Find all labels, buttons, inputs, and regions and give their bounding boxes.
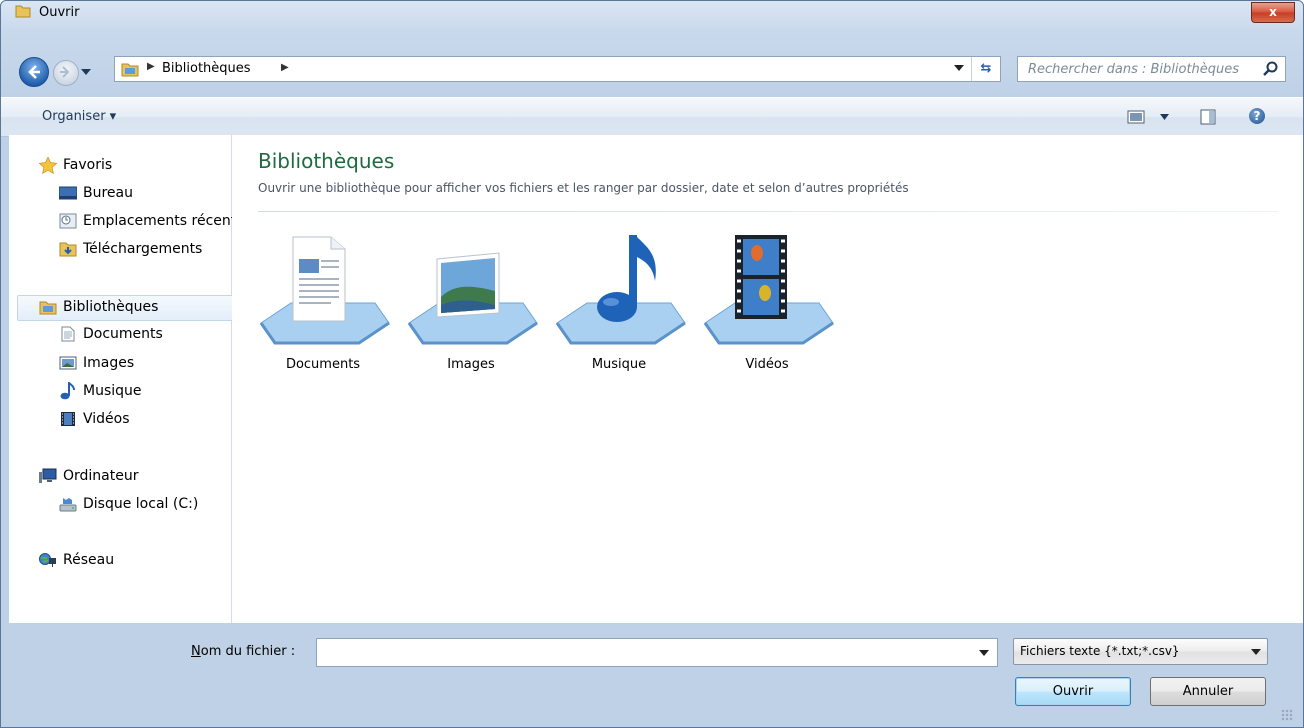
nav-network[interactable]: Réseau	[39, 549, 114, 571]
videos-library-icon	[703, 235, 834, 345]
nav-item-label: Téléchargements	[83, 241, 203, 257]
filename-label-accel: N	[191, 644, 201, 659]
command-bar: Organiser ▾ ?	[1, 97, 1303, 137]
nav-favorites[interactable]: Favoris	[39, 154, 112, 176]
page-title: Bibliothèques	[258, 149, 395, 173]
library-label: Documents	[285, 357, 361, 372]
nav-libraries[interactable]: Bibliothèques	[39, 296, 158, 318]
nav-item-downloads[interactable]: Téléchargements	[59, 238, 202, 260]
preview-pane-icon[interactable]	[1200, 109, 1216, 125]
nav-item-desktop[interactable]: Bureau	[59, 182, 133, 204]
network-icon	[39, 552, 57, 568]
nav-item-label: Emplacements récents	[83, 213, 244, 229]
document-icon	[59, 326, 77, 342]
nav-libraries-label: Bibliothèques	[63, 299, 159, 315]
nav-item-label: Documents	[83, 326, 163, 342]
breadcrumb-libraries[interactable]: Bibliothèques	[162, 61, 251, 76]
nav-item-music[interactable]: Musique	[59, 380, 142, 402]
help-icon[interactable]: ?	[1249, 108, 1265, 124]
chevron-down-icon[interactable]	[979, 650, 989, 656]
nav-computer[interactable]: Ordinateur	[39, 465, 139, 487]
search-icon[interactable]	[1263, 61, 1279, 77]
filename-label: Nom du fichier :	[191, 644, 295, 659]
libraries-icon	[39, 299, 57, 315]
library-images[interactable]: Images	[403, 231, 539, 381]
open-button[interactable]: Ouvrir	[1015, 677, 1131, 706]
change-view-icon[interactable]	[1127, 110, 1145, 124]
back-button[interactable]	[19, 57, 49, 87]
nav-item-documents[interactable]: Documents	[59, 323, 163, 345]
computer-icon	[39, 468, 57, 484]
cancel-button[interactable]: Annuler	[1150, 677, 1266, 706]
library-music[interactable]: Musique	[551, 231, 687, 381]
window-title: Ouvrir	[39, 5, 80, 20]
navigation-row: ▶ Bibliothèques ▶ ⇆ Rechercher dans : Bi…	[1, 53, 1303, 93]
recent-pages-dropdown-icon[interactable]	[81, 69, 91, 75]
library-label: Musique	[591, 357, 647, 372]
library-videos[interactable]: Vidéos	[699, 231, 835, 381]
recent-places-icon	[59, 213, 77, 229]
chevron-down-icon	[1251, 649, 1261, 655]
library-label: Images	[447, 357, 495, 372]
address-bar[interactable]: ▶ Bibliothèques ▶ ⇆	[114, 56, 1001, 82]
address-history-dropdown-icon[interactable]	[954, 65, 964, 71]
documents-library-icon	[259, 236, 390, 345]
music-library-icon	[555, 235, 686, 345]
forward-button[interactable]	[53, 60, 79, 86]
view-options-dropdown-icon[interactable]	[1160, 114, 1169, 120]
nav-item-images[interactable]: Images	[59, 352, 134, 374]
nav-network-label: Réseau	[63, 552, 115, 568]
nav-item-label: Vidéos	[83, 411, 130, 427]
nav-favorites-label: Favoris	[63, 157, 113, 173]
nav-computer-label: Ordinateur	[63, 468, 139, 484]
title-bar[interactable]: Ouvrir x	[1, 1, 1303, 41]
refresh-button[interactable]: ⇆	[971, 57, 1000, 81]
divider	[258, 211, 1278, 212]
close-button[interactable]: x	[1251, 2, 1295, 23]
nav-item-label: Disque local (C:)	[83, 496, 199, 512]
nav-item-label: Musique	[83, 383, 142, 399]
arrow-left-icon	[28, 65, 40, 79]
nav-item-label: Bureau	[83, 185, 133, 201]
nav-item-local-disk[interactable]: Disque local (C:)	[59, 493, 198, 515]
library-label: Vidéos	[745, 357, 789, 372]
scrollbar[interactable]	[1295, 135, 1303, 623]
music-note-icon	[59, 382, 77, 400]
filename-input[interactable]	[316, 638, 998, 667]
nav-item-recent[interactable]: Emplacements récents	[59, 210, 244, 232]
desktop-icon	[59, 185, 77, 201]
search-input[interactable]: Rechercher dans : Bibliothèques	[1028, 62, 1239, 77]
folder-icon	[15, 5, 31, 18]
images-library-icon	[407, 252, 538, 345]
nav-item-label: Images	[83, 355, 135, 371]
image-icon	[59, 355, 77, 371]
star-icon	[39, 156, 57, 174]
arrow-right-icon	[60, 66, 70, 78]
library-documents[interactable]: Documents	[255, 231, 391, 381]
file-type-value: Fichiers texte {*.txt;*.csv}	[1020, 644, 1180, 658]
file-type-select[interactable]: Fichiers texte {*.txt;*.csv}	[1013, 638, 1268, 665]
nav-item-videos[interactable]: Vidéos	[59, 408, 130, 430]
page-description: Ouvrir une bibliothèque pour afficher vo…	[258, 181, 909, 195]
search-box[interactable]: Rechercher dans : Bibliothèques	[1017, 56, 1286, 82]
organize-menu[interactable]: Organiser ▾	[42, 109, 116, 124]
close-icon: x	[1269, 5, 1277, 19]
video-film-icon	[59, 411, 77, 427]
filename-label-text: om du fichier :	[200, 644, 296, 659]
libraries-icon	[121, 63, 139, 77]
downloads-folder-icon	[59, 241, 77, 257]
resize-grip-icon[interactable]	[1281, 709, 1293, 721]
breadcrumb-separator-icon[interactable]: ▶	[147, 61, 155, 72]
open-file-dialog: Ouvrir x ▶ Bibliothèques ▶ ⇆ Rechercher …	[0, 0, 1304, 728]
file-list-area[interactable]: Bibliothèques Ouvrir une bibliothèque po…	[232, 135, 1295, 623]
breadcrumb-separator-icon[interactable]: ▶	[281, 62, 289, 73]
navigation-pane: Favoris Bureau Emplacements récents Télé…	[9, 135, 244, 623]
hard-drive-icon	[59, 496, 77, 512]
